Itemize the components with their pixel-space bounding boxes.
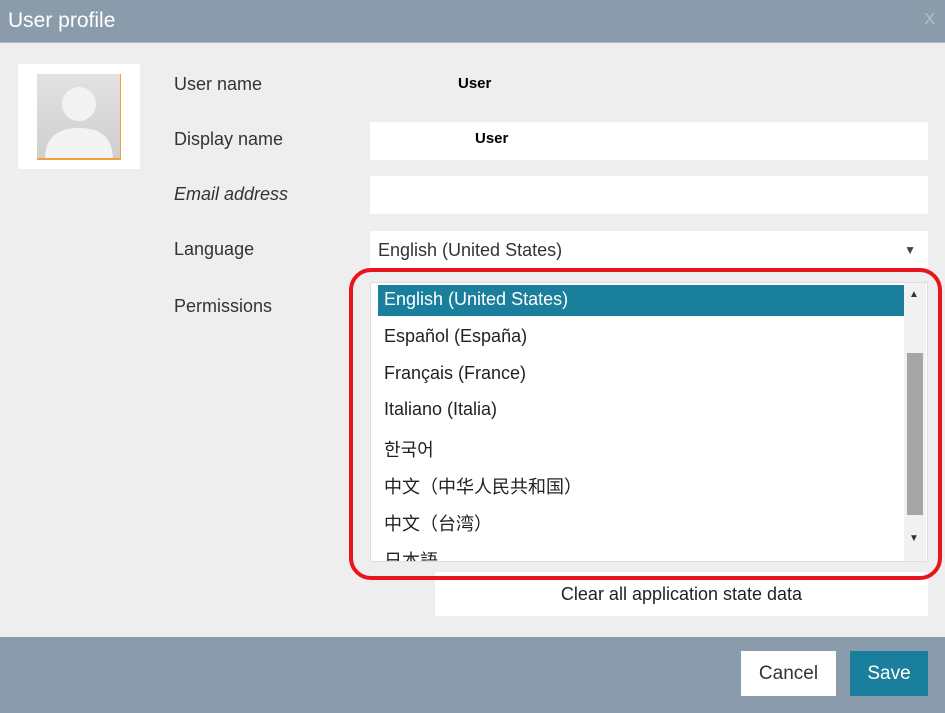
user-silhouette-icon bbox=[37, 74, 121, 160]
language-select[interactable]: English (United States) ▼ bbox=[370, 231, 928, 269]
permissions-label: Permissions bbox=[174, 296, 273, 316]
user-name-value: User bbox=[458, 75, 492, 92]
display-name-label: Display name bbox=[174, 129, 284, 149]
save-button[interactable]: Save bbox=[850, 651, 928, 696]
display-name-input[interactable]: User bbox=[370, 122, 928, 160]
language-selected-value: English (United States) bbox=[378, 240, 563, 260]
display-name-value: User bbox=[475, 130, 509, 147]
user-name-label: User name bbox=[174, 74, 263, 94]
cancel-button[interactable]: Cancel bbox=[741, 651, 836, 696]
highlight-annotation bbox=[349, 268, 942, 580]
language-label: Language bbox=[174, 239, 255, 259]
close-icon[interactable]: X bbox=[924, 11, 935, 29]
dialog-header: User profile X bbox=[0, 0, 945, 43]
dialog-title: User profile bbox=[8, 9, 116, 32]
avatar[interactable] bbox=[18, 64, 140, 169]
email-label: Email address bbox=[174, 184, 289, 204]
chevron-down-icon: ▼ bbox=[904, 243, 916, 257]
email-input[interactable] bbox=[370, 176, 928, 214]
